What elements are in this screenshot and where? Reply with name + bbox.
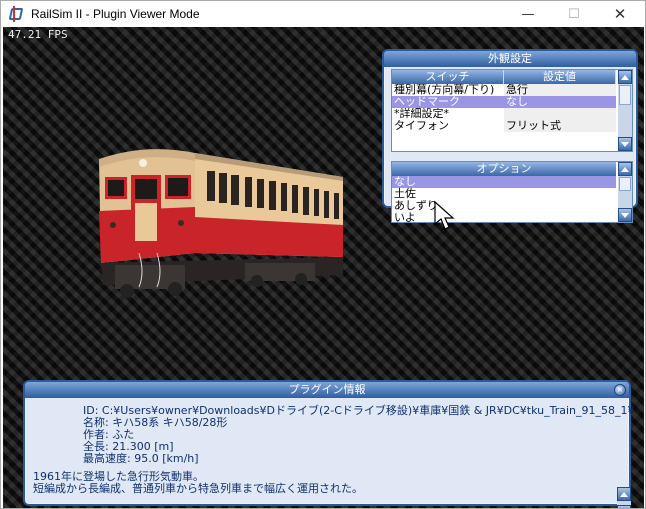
switch-grid: スイッチ 設定値 種別幕(方向幕/下り) 急行 ヘッドマーク なし *詳細設定*… [391, 69, 633, 152]
options-header: オプション [392, 162, 616, 176]
switch-row-selected[interactable]: ヘッドマーク なし [392, 96, 616, 108]
option-item-selected[interactable]: なし [392, 176, 616, 188]
switch-grid-header: スイッチ 設定値 [392, 70, 616, 84]
arrow-down-icon [621, 141, 629, 147]
switch-row[interactable]: *詳細設定* [392, 108, 616, 120]
option-item[interactable]: あしずり [392, 200, 616, 212]
appearance-panel-title: 外観設定 [384, 51, 636, 67]
scroll-up-button[interactable] [618, 70, 632, 84]
train-model[interactable] [95, 125, 345, 305]
switch-value: なし [506, 96, 528, 108]
railsim-app-icon [8, 6, 24, 22]
switch-name: 種別幕(方向幕/下り) [394, 84, 495, 96]
switch-name: ヘッドマーク [394, 96, 460, 108]
arrow-up-icon [621, 74, 629, 80]
arrow-up-icon [621, 166, 629, 172]
plugin-max-speed: 最高速度: 95.0 [km/h] [83, 452, 199, 465]
plugin-info-title-text: プラグイン情報 [288, 383, 366, 396]
arrow-up-icon [620, 491, 628, 497]
option-item[interactable]: いよ [392, 212, 616, 223]
window-title: RailSim II - Plugin Viewer Mode [31, 7, 200, 21]
fps-counter: 47.21 FPS [8, 28, 68, 41]
column-switch[interactable]: スイッチ [392, 70, 504, 84]
switch-value: 急行 [504, 84, 616, 96]
scroll-up-button[interactable] [617, 487, 631, 501]
appearance-settings-panel: 外観設定 スイッチ 設定値 種別幕(方向幕/下り) 急行 ヘッドマーク なし *… [382, 49, 638, 223]
minimize-button[interactable]: — [505, 1, 551, 27]
close-panel-icon[interactable]: × [614, 384, 626, 396]
switch-row[interactable]: タイフォン フリット式 [392, 120, 616, 132]
scroll-down-button[interactable] [618, 137, 632, 151]
scroll-down-button[interactable] [618, 208, 632, 222]
column-value[interactable]: 設定値 [504, 70, 616, 84]
switch-value [504, 108, 616, 120]
app-window: RailSim II - Plugin Viewer Mode — ☐ ✕ 47… [0, 0, 646, 509]
switch-grid-scrollbar[interactable] [618, 70, 632, 151]
switch-value: フリット式 [504, 120, 616, 132]
scroll-up-button[interactable] [618, 162, 632, 176]
switch-name: *詳細設定* [394, 108, 449, 120]
3d-viewport[interactable]: 47.21 FPS 外観設定 スイッチ 設定値 種別幕(方向幕/下り) 急行 ヘ… [3, 27, 644, 508]
options-scrollbar[interactable] [618, 162, 632, 222]
switch-name: タイフォン [394, 120, 449, 132]
plugin-info-title: プラグイン情報 × [25, 382, 629, 398]
title-bar[interactable]: RailSim II - Plugin Viewer Mode — ☐ ✕ [1, 1, 645, 27]
switch-row[interactable]: 種別幕(方向幕/下り) 急行 [392, 84, 616, 96]
mouse-cursor-icon [434, 200, 455, 230]
plugin-info-body: ID: C:¥Users¥owner¥Downloads¥Dドライブ(2-Cドラ… [33, 402, 635, 508]
scroll-thumb[interactable] [619, 85, 631, 105]
close-button[interactable]: ✕ [597, 1, 643, 27]
options-list: オプション なし 土佐 あしずり いよ [391, 161, 633, 223]
scroll-down-button[interactable] [617, 505, 631, 508]
arrow-down-icon [621, 212, 629, 218]
description-scrollbar[interactable] [617, 487, 631, 508]
plugin-description-line: 短編成から長編成、普通列車から特急列車まで幅広く運用された。 [33, 482, 363, 495]
maximize-button[interactable]: ☐ [551, 1, 597, 27]
plugin-info-panel: プラグイン情報 × ID: C:¥Users¥owner¥Downloads¥D… [23, 380, 635, 508]
scroll-thumb[interactable] [619, 177, 631, 191]
